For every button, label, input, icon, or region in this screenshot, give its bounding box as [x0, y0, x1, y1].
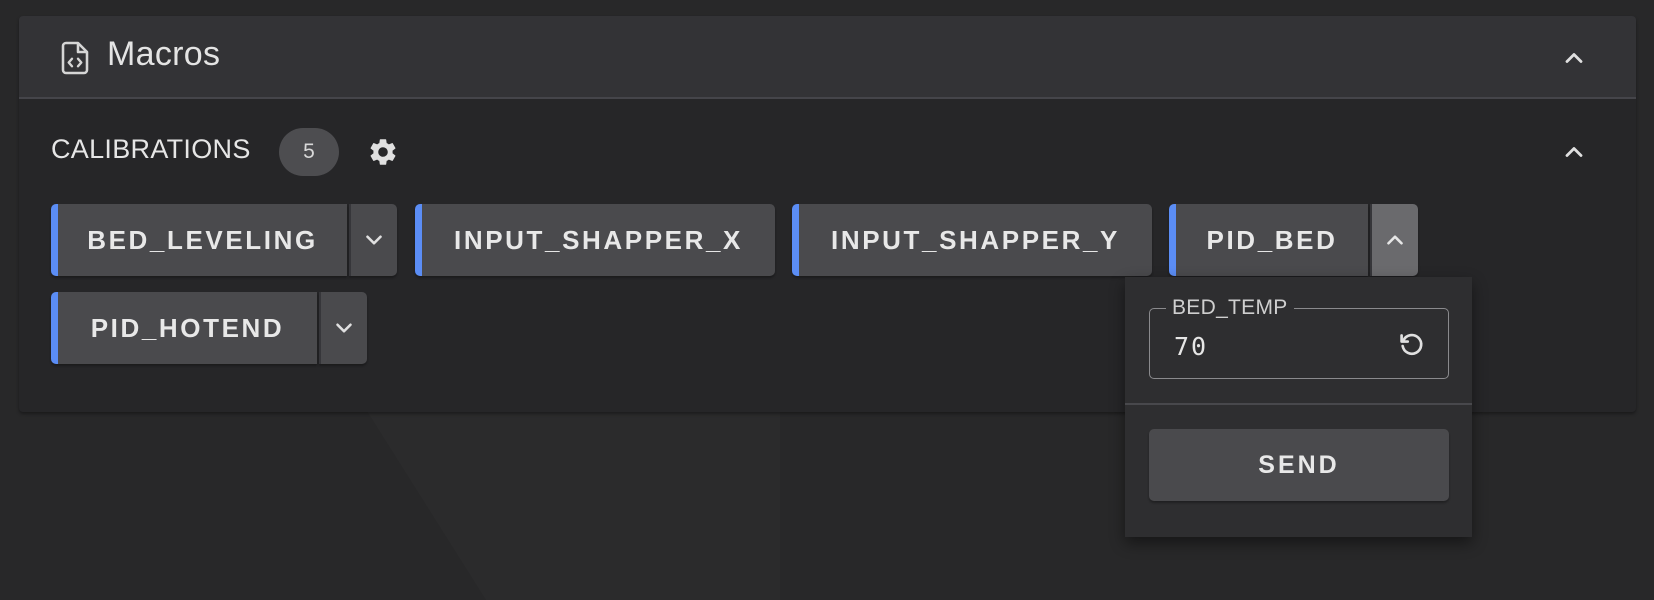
- file-code-icon: [61, 41, 89, 75]
- send-button[interactable]: SEND: [1149, 429, 1449, 501]
- bed-temp-label: BED_TEMP: [1166, 296, 1294, 320]
- divider: [1125, 403, 1472, 405]
- chevron-up-icon[interactable]: [1560, 138, 1588, 166]
- macro-params-popup: BED_TEMP SEND: [1125, 277, 1472, 537]
- macro-button-bed-leveling[interactable]: BED_LEVELING: [51, 204, 347, 276]
- macro-params-toggle[interactable]: [349, 204, 397, 276]
- macro-params-toggle-open[interactable]: [1370, 204, 1418, 276]
- macro-button-pid-hotend[interactable]: PID_HOTEND: [51, 292, 317, 364]
- macro-params-toggle[interactable]: [319, 292, 367, 364]
- gear-icon[interactable]: [367, 136, 399, 168]
- chevron-up-icon: [1387, 235, 1403, 245]
- reset-icon[interactable]: [1396, 329, 1428, 361]
- macro-button-input-shapper-x[interactable]: INPUT_SHAPPER_X: [415, 204, 775, 276]
- bed-temp-input[interactable]: [1174, 329, 1394, 363]
- group-title: CALIBRATIONS: [51, 134, 251, 164]
- panel-header: Macros: [19, 16, 1636, 99]
- chevron-down-icon: [366, 235, 382, 245]
- macro-count-badge: 5: [279, 128, 339, 176]
- chevron-up-icon[interactable]: [1560, 44, 1588, 72]
- background-shape: [360, 400, 780, 600]
- macro-button-input-shapper-y[interactable]: INPUT_SHAPPER_Y: [792, 204, 1152, 276]
- chevron-down-icon: [336, 323, 352, 333]
- panel-title: Macros: [107, 35, 221, 73]
- bed-temp-field: BED_TEMP: [1149, 296, 1449, 379]
- macro-button-pid-bed[interactable]: PID_BED: [1169, 204, 1368, 276]
